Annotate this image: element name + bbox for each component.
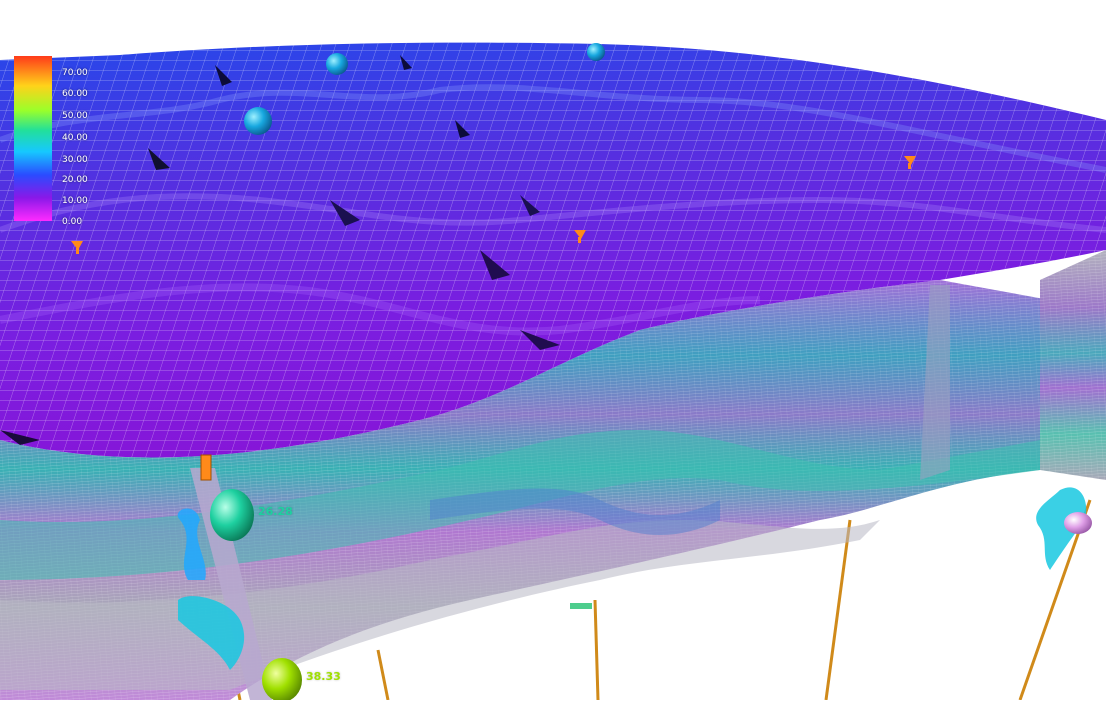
color-scale-legend: 70.00 60.00 50.00 40.00 30.00 20.00 10.0… xyxy=(14,56,124,227)
legend-tick-label: 50.00 xyxy=(62,111,88,121)
well-value-sphere[interactable] xyxy=(1064,512,1092,534)
well-trajectory[interactable] xyxy=(593,599,600,701)
legend-tick-label: 40.00 xyxy=(62,133,88,143)
well-value-sphere[interactable] xyxy=(262,658,302,702)
well-marker-sphere[interactable] xyxy=(244,107,272,135)
well-value-label: 38.33 xyxy=(306,670,341,683)
legend-tick-label: 60.00 xyxy=(62,89,88,99)
well-log-snippet xyxy=(570,603,592,609)
well-head-cylinder[interactable] xyxy=(200,454,212,481)
reservoir-scene[interactable] xyxy=(0,0,1106,702)
well-marker-sphere[interactable] xyxy=(587,43,605,61)
3d-viewport[interactable]: 70.00 60.00 50.00 40.00 30.00 20.00 10.0… xyxy=(0,0,1106,702)
color-scale-bar xyxy=(14,56,52,221)
well-trajectory[interactable] xyxy=(824,519,852,701)
right-well[interactable] xyxy=(1036,487,1092,570)
well-value-label: 26.28 xyxy=(258,505,293,518)
well-trajectory[interactable] xyxy=(376,649,390,701)
well-value-sphere[interactable] xyxy=(210,489,254,541)
legend-tick-label: 10.00 xyxy=(62,196,88,206)
legend-tick-label: 20.00 xyxy=(62,175,88,185)
legend-tick-label: 0.00 xyxy=(62,217,83,227)
well-marker-sphere[interactable] xyxy=(326,53,348,75)
legend-tick-label: 30.00 xyxy=(62,155,88,165)
legend-tick-label: 70.00 xyxy=(62,68,88,78)
